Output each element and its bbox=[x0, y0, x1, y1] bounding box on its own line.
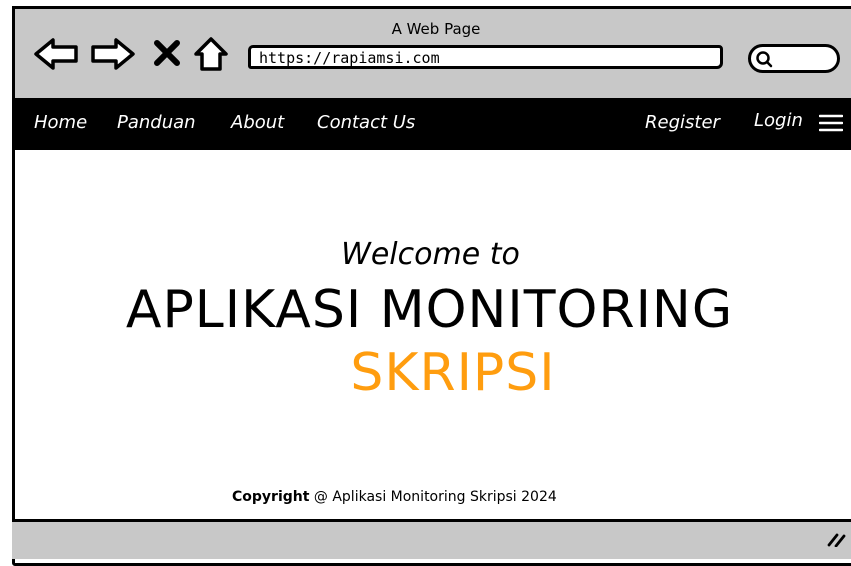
navbar: Home Panduan About Contact Us Register L… bbox=[12, 98, 851, 150]
address-bar[interactable]: https://rapiamsi.com bbox=[248, 45, 723, 69]
nav-register[interactable]: Register bbox=[645, 112, 720, 133]
status-bar bbox=[12, 519, 851, 559]
forward-arrow-icon[interactable] bbox=[90, 37, 136, 71]
url-text: https://rapiamsi.com bbox=[259, 49, 440, 67]
nav-home[interactable]: Home bbox=[34, 112, 87, 133]
app-subtitle: SKRIPSI bbox=[350, 343, 556, 403]
footer-copyright: Copyright @ Aplikasi Monitoring Skripsi … bbox=[232, 489, 557, 505]
app-title: APLIKASI MONITORING bbox=[125, 280, 734, 340]
nav-contact-us[interactable]: Contact Us bbox=[317, 112, 415, 133]
copyright-text: @ Aplikasi Monitoring Skripsi 2024 bbox=[313, 489, 557, 505]
home-icon[interactable] bbox=[193, 36, 229, 72]
nav-panduan[interactable]: Panduan bbox=[117, 112, 196, 133]
hamburger-menu-icon[interactable] bbox=[819, 113, 843, 133]
back-arrow-icon[interactable] bbox=[33, 37, 79, 71]
search-box[interactable] bbox=[748, 44, 840, 73]
resize-grip-icon[interactable] bbox=[826, 531, 846, 547]
welcome-text: Welcome to bbox=[341, 237, 520, 272]
window-title: A Web Page bbox=[391, 20, 481, 38]
copyright-label: Copyright bbox=[232, 489, 310, 505]
nav-about[interactable]: About bbox=[231, 112, 284, 133]
search-icon bbox=[756, 51, 773, 68]
close-icon[interactable] bbox=[152, 39, 182, 67]
nav-login[interactable]: Login bbox=[754, 110, 803, 131]
